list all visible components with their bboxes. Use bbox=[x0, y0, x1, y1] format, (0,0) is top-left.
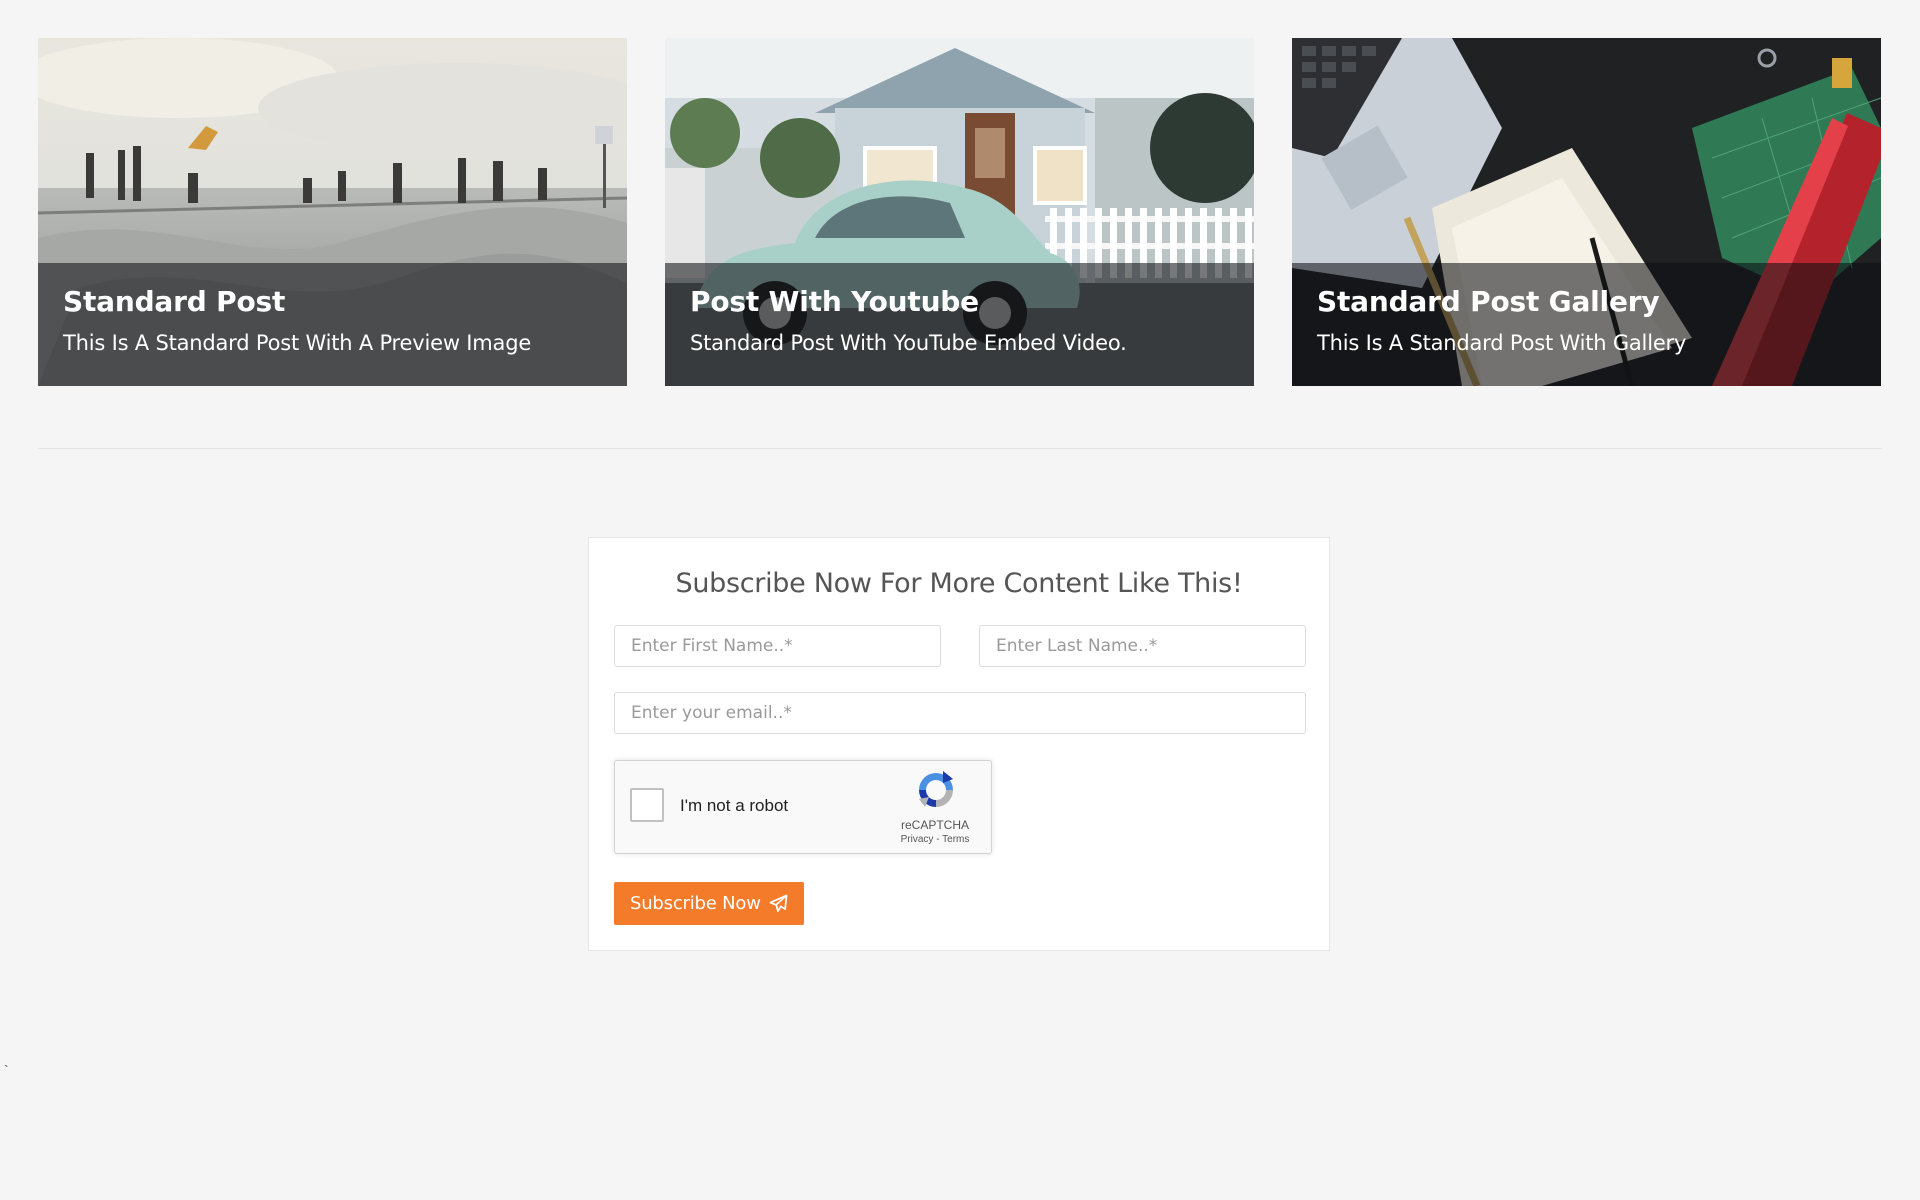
subscribe-form: Subscribe Now For More Content Like This… bbox=[588, 537, 1330, 951]
recaptcha-checkbox[interactable] bbox=[630, 788, 664, 822]
stray-text-mark: ` bbox=[4, 1062, 9, 1078]
post-card-post-with-youtube[interactable]: Post With Youtube Standard Post With You… bbox=[665, 38, 1254, 386]
section-divider bbox=[38, 448, 1882, 449]
subscribe-button[interactable]: Subscribe Now bbox=[614, 882, 804, 925]
post-card-standard-post-gallery[interactable]: Standard Post Gallery This Is A Standard… bbox=[1292, 38, 1881, 386]
page: Standard Post This Is A Standard Post Wi… bbox=[0, 0, 1920, 1200]
post-description: This Is A Standard Post With A Preview I… bbox=[63, 331, 532, 355]
card-caption-overlay bbox=[1292, 263, 1881, 386]
post-title[interactable]: Standard Post Gallery bbox=[1317, 288, 1660, 316]
recaptcha-widget: I'm not a robot reCAPTCHA Privacy - Term… bbox=[614, 760, 992, 854]
post-card-standard-post[interactable]: Standard Post This Is A Standard Post Wi… bbox=[38, 38, 627, 386]
post-title[interactable]: Standard Post bbox=[63, 288, 285, 316]
card-caption-overlay bbox=[38, 263, 627, 386]
post-description: This Is A Standard Post With Gallery bbox=[1317, 331, 1687, 355]
last-name-input[interactable] bbox=[979, 625, 1306, 667]
recaptcha-links: Privacy - Terms bbox=[885, 834, 985, 845]
email-input[interactable] bbox=[614, 692, 1306, 734]
post-description: Standard Post With YouTube Embed Video. bbox=[690, 331, 1127, 355]
first-name-input[interactable] bbox=[614, 625, 941, 667]
recaptcha-brand: reCAPTCHA bbox=[900, 818, 969, 832]
paper-plane-icon bbox=[769, 894, 788, 912]
subscribe-title: Subscribe Now For More Content Like This… bbox=[675, 568, 1243, 599]
card-caption-overlay bbox=[665, 263, 1254, 386]
subscribe-button-label: Subscribe Now bbox=[630, 893, 761, 914]
recaptcha-terms-link[interactable]: Terms bbox=[942, 834, 969, 845]
recaptcha-privacy-link[interactable]: Privacy bbox=[901, 834, 934, 845]
recaptcha-link-separator: - bbox=[933, 834, 943, 845]
recaptcha-label: I'm not a robot bbox=[680, 796, 789, 815]
post-title[interactable]: Post With Youtube bbox=[690, 288, 979, 316]
recaptcha-logo-icon bbox=[919, 771, 953, 807]
